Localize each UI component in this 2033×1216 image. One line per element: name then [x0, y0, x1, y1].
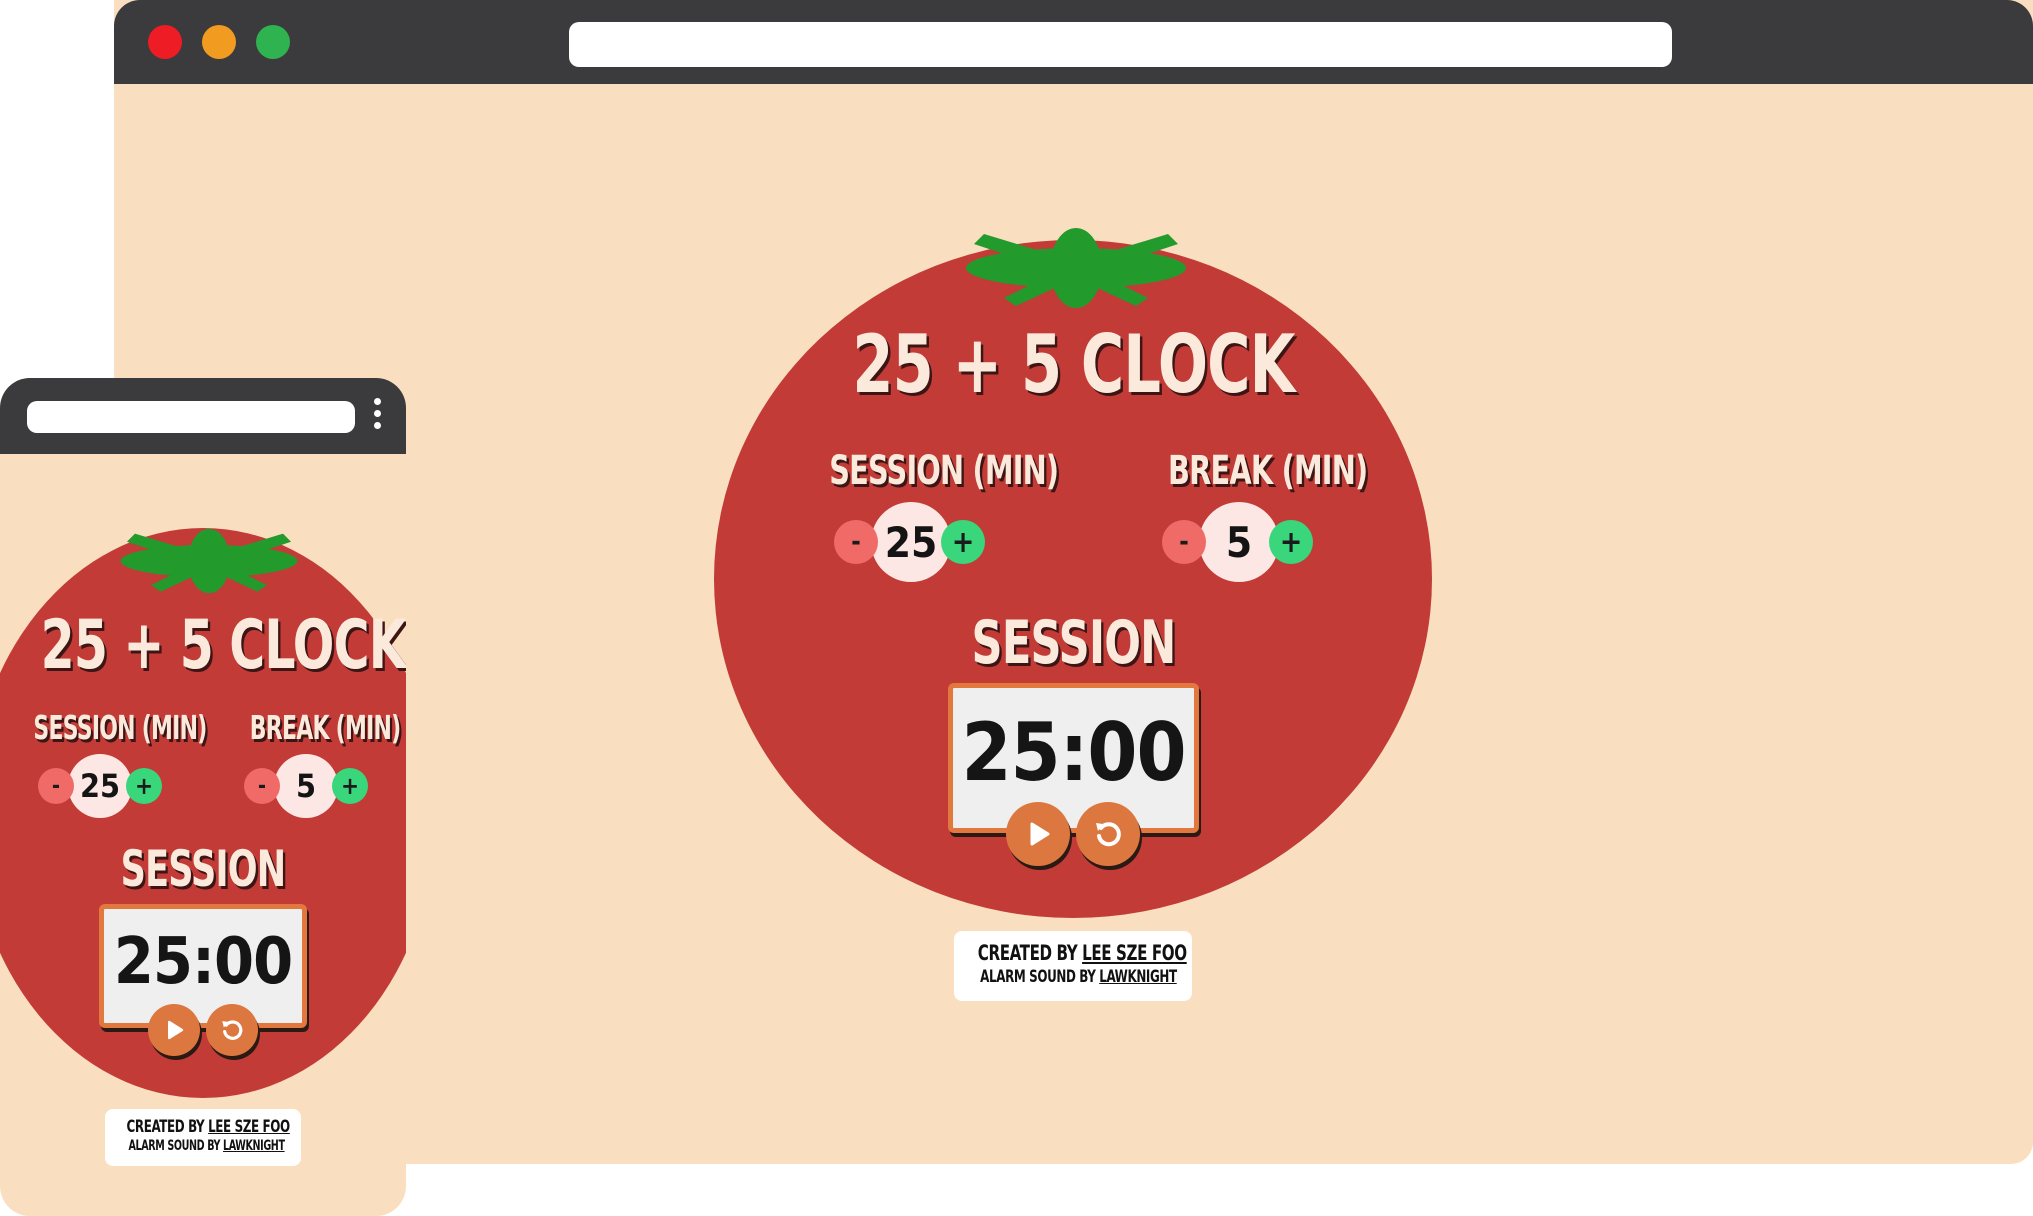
browser-title-bar [114, 0, 2033, 84]
break-length-control: 5 - + [1162, 502, 1332, 582]
mobile-author-link[interactable]: LEE SZE FOO [208, 1117, 290, 1137]
tomato-leaf-icon [966, 228, 1186, 308]
reset-icon [1096, 822, 1121, 847]
more-options-icon[interactable] [370, 398, 384, 438]
start-stop-button[interactable] [1006, 802, 1070, 866]
mobile-sound-author-link[interactable]: LAWKNIGHT [223, 1138, 285, 1154]
play-icon [1030, 822, 1050, 846]
mobile-break-length-value: 5 [274, 754, 338, 818]
break-increment-button[interactable]: + [1269, 520, 1313, 564]
mobile-browser-bar [0, 378, 406, 454]
mobile-alarm-sound-by-text: ALARM SOUND BY [128, 1138, 224, 1154]
mobile-session-length-control: 25 - + [38, 754, 168, 818]
session-length-value: 25 [871, 502, 951, 582]
mobile-session-decrement-button[interactable]: - [38, 768, 74, 804]
mobile-break-length-control: 5 - + [244, 754, 374, 818]
mobile-time-left-display: 25:00 [99, 904, 307, 1028]
maximize-window-button[interactable] [256, 25, 290, 59]
address-bar[interactable] [569, 22, 1672, 67]
reset-icon [222, 1020, 243, 1040]
break-length-value: 5 [1199, 502, 1279, 582]
session-increment-button[interactable]: + [941, 520, 985, 564]
sound-author-link[interactable]: LAWKNIGHT [1099, 967, 1177, 987]
created-by-text: CREATED BY [977, 941, 1083, 965]
session-length-control: 25 - + [834, 502, 1004, 582]
mobile-reset-button[interactable] [206, 1004, 258, 1056]
session-length-label: SESSION (MIN) [829, 448, 1059, 494]
mobile-break-increment-button[interactable]: + [332, 768, 368, 804]
session-decrement-button[interactable]: - [834, 520, 878, 564]
timer-label: SESSION [971, 608, 1177, 678]
play-icon [168, 1020, 184, 1040]
minimize-window-button[interactable] [202, 25, 236, 59]
alarm-sound-by-text: ALARM SOUND BY [980, 967, 1100, 987]
mobile-address-bar[interactable] [27, 401, 355, 433]
mobile-session-increment-button[interactable]: + [126, 768, 162, 804]
break-length-label: BREAK (MIN) [1168, 448, 1368, 494]
mobile-start-stop-button[interactable] [148, 1004, 200, 1056]
app-title: 25 + 5 CLOCK [852, 318, 1295, 411]
mobile-app-title: 25 + 5 CLOCK [40, 606, 406, 685]
mobile-session-length-label: SESSION (MIN) [33, 708, 207, 747]
mobile-credits-box: CREATED BY LEE SZE FOO ALARM SOUND BY LA… [105, 1109, 301, 1166]
mobile-created-by-text: CREATED BY [126, 1117, 209, 1137]
break-decrement-button[interactable]: - [1162, 520, 1206, 564]
mobile-break-length-label: BREAK (MIN) [249, 708, 401, 747]
author-link[interactable]: LEE SZE FOO [1082, 941, 1187, 965]
credits-box: CREATED BY LEE SZE FOO ALARM SOUND BY LA… [954, 931, 1192, 1001]
mobile-session-length-value: 25 [68, 754, 132, 818]
reset-button[interactable] [1076, 802, 1140, 866]
mobile-timer-label: SESSION [120, 840, 287, 898]
time-left-display: 25:00 [948, 683, 1199, 833]
mobile-browser-window: 25 + 5 CLOCK SESSION (MIN) BREAK (MIN) 2… [0, 378, 406, 1216]
mobile-break-decrement-button[interactable]: - [244, 768, 280, 804]
close-window-button[interactable] [148, 25, 182, 59]
mobile-tomato-leaf-icon [120, 528, 298, 594]
